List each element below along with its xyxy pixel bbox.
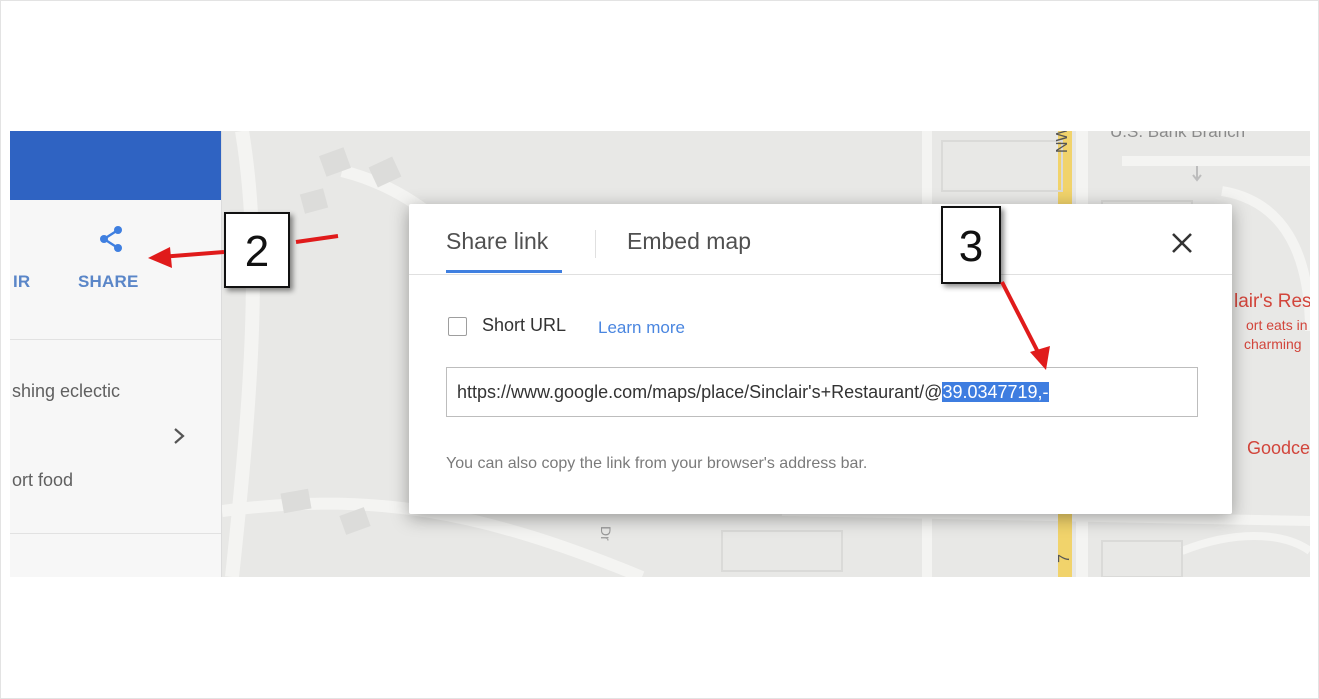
panel-divider [10, 533, 221, 534]
share-button[interactable]: SHARE [78, 272, 139, 292]
restaurant-map-label[interactable]: lair's Res [1234, 291, 1310, 313]
share-url-field[interactable]: https://www.google.com/maps/place/Sincla… [446, 367, 1198, 417]
short-url-checkbox[interactable] [448, 317, 467, 336]
place-description-line2: ort food [12, 470, 74, 490]
road-number: 7 [1056, 554, 1073, 563]
share-icon[interactable] [96, 224, 126, 254]
restaurant-desc-line1: ort eats in [1246, 317, 1308, 333]
url-selected-text: 39.0347719,- [942, 382, 1049, 402]
panel-header [10, 131, 221, 200]
copy-hint: You can also copy the link from your bro… [446, 455, 868, 472]
step-3-callout: 3 [941, 206, 1001, 284]
bank-map-label[interactable]: U.S. Bank Branch [1110, 131, 1245, 142]
url-text: https://www.google.com/maps/place/Sincla… [457, 382, 943, 402]
chevron-right-icon[interactable] [171, 426, 187, 446]
step-2-callout: 2 [224, 212, 290, 288]
tour-button-label[interactable]: IR [13, 272, 30, 292]
place-map-label[interactable]: Goodce [1247, 438, 1310, 459]
close-icon[interactable] [1169, 230, 1195, 256]
short-url-label[interactable]: Short URL [482, 315, 566, 336]
share-dialog: Share link Embed map Short URL Learn mor… [409, 204, 1232, 514]
tab-divider [595, 230, 596, 258]
panel-divider [10, 339, 221, 340]
restaurant-desc-line2: charming [1244, 336, 1302, 352]
place-description-line1: shing eclectic [12, 381, 121, 401]
tab-share-link[interactable]: Share link [446, 228, 548, 255]
place-panel: IR SHARE shing eclectic ort food [10, 131, 222, 577]
tabs-divider [409, 274, 1232, 275]
learn-more-link[interactable]: Learn more [598, 318, 685, 338]
maps-screenshot: IR SHARE shing eclectic ort food U.S. Ba… [10, 131, 1310, 577]
side-road-label: Dr [598, 526, 614, 541]
road-label: NW H [1054, 131, 1071, 153]
tab-embed-map[interactable]: Embed map [627, 228, 751, 255]
active-tab-indicator [446, 270, 562, 273]
